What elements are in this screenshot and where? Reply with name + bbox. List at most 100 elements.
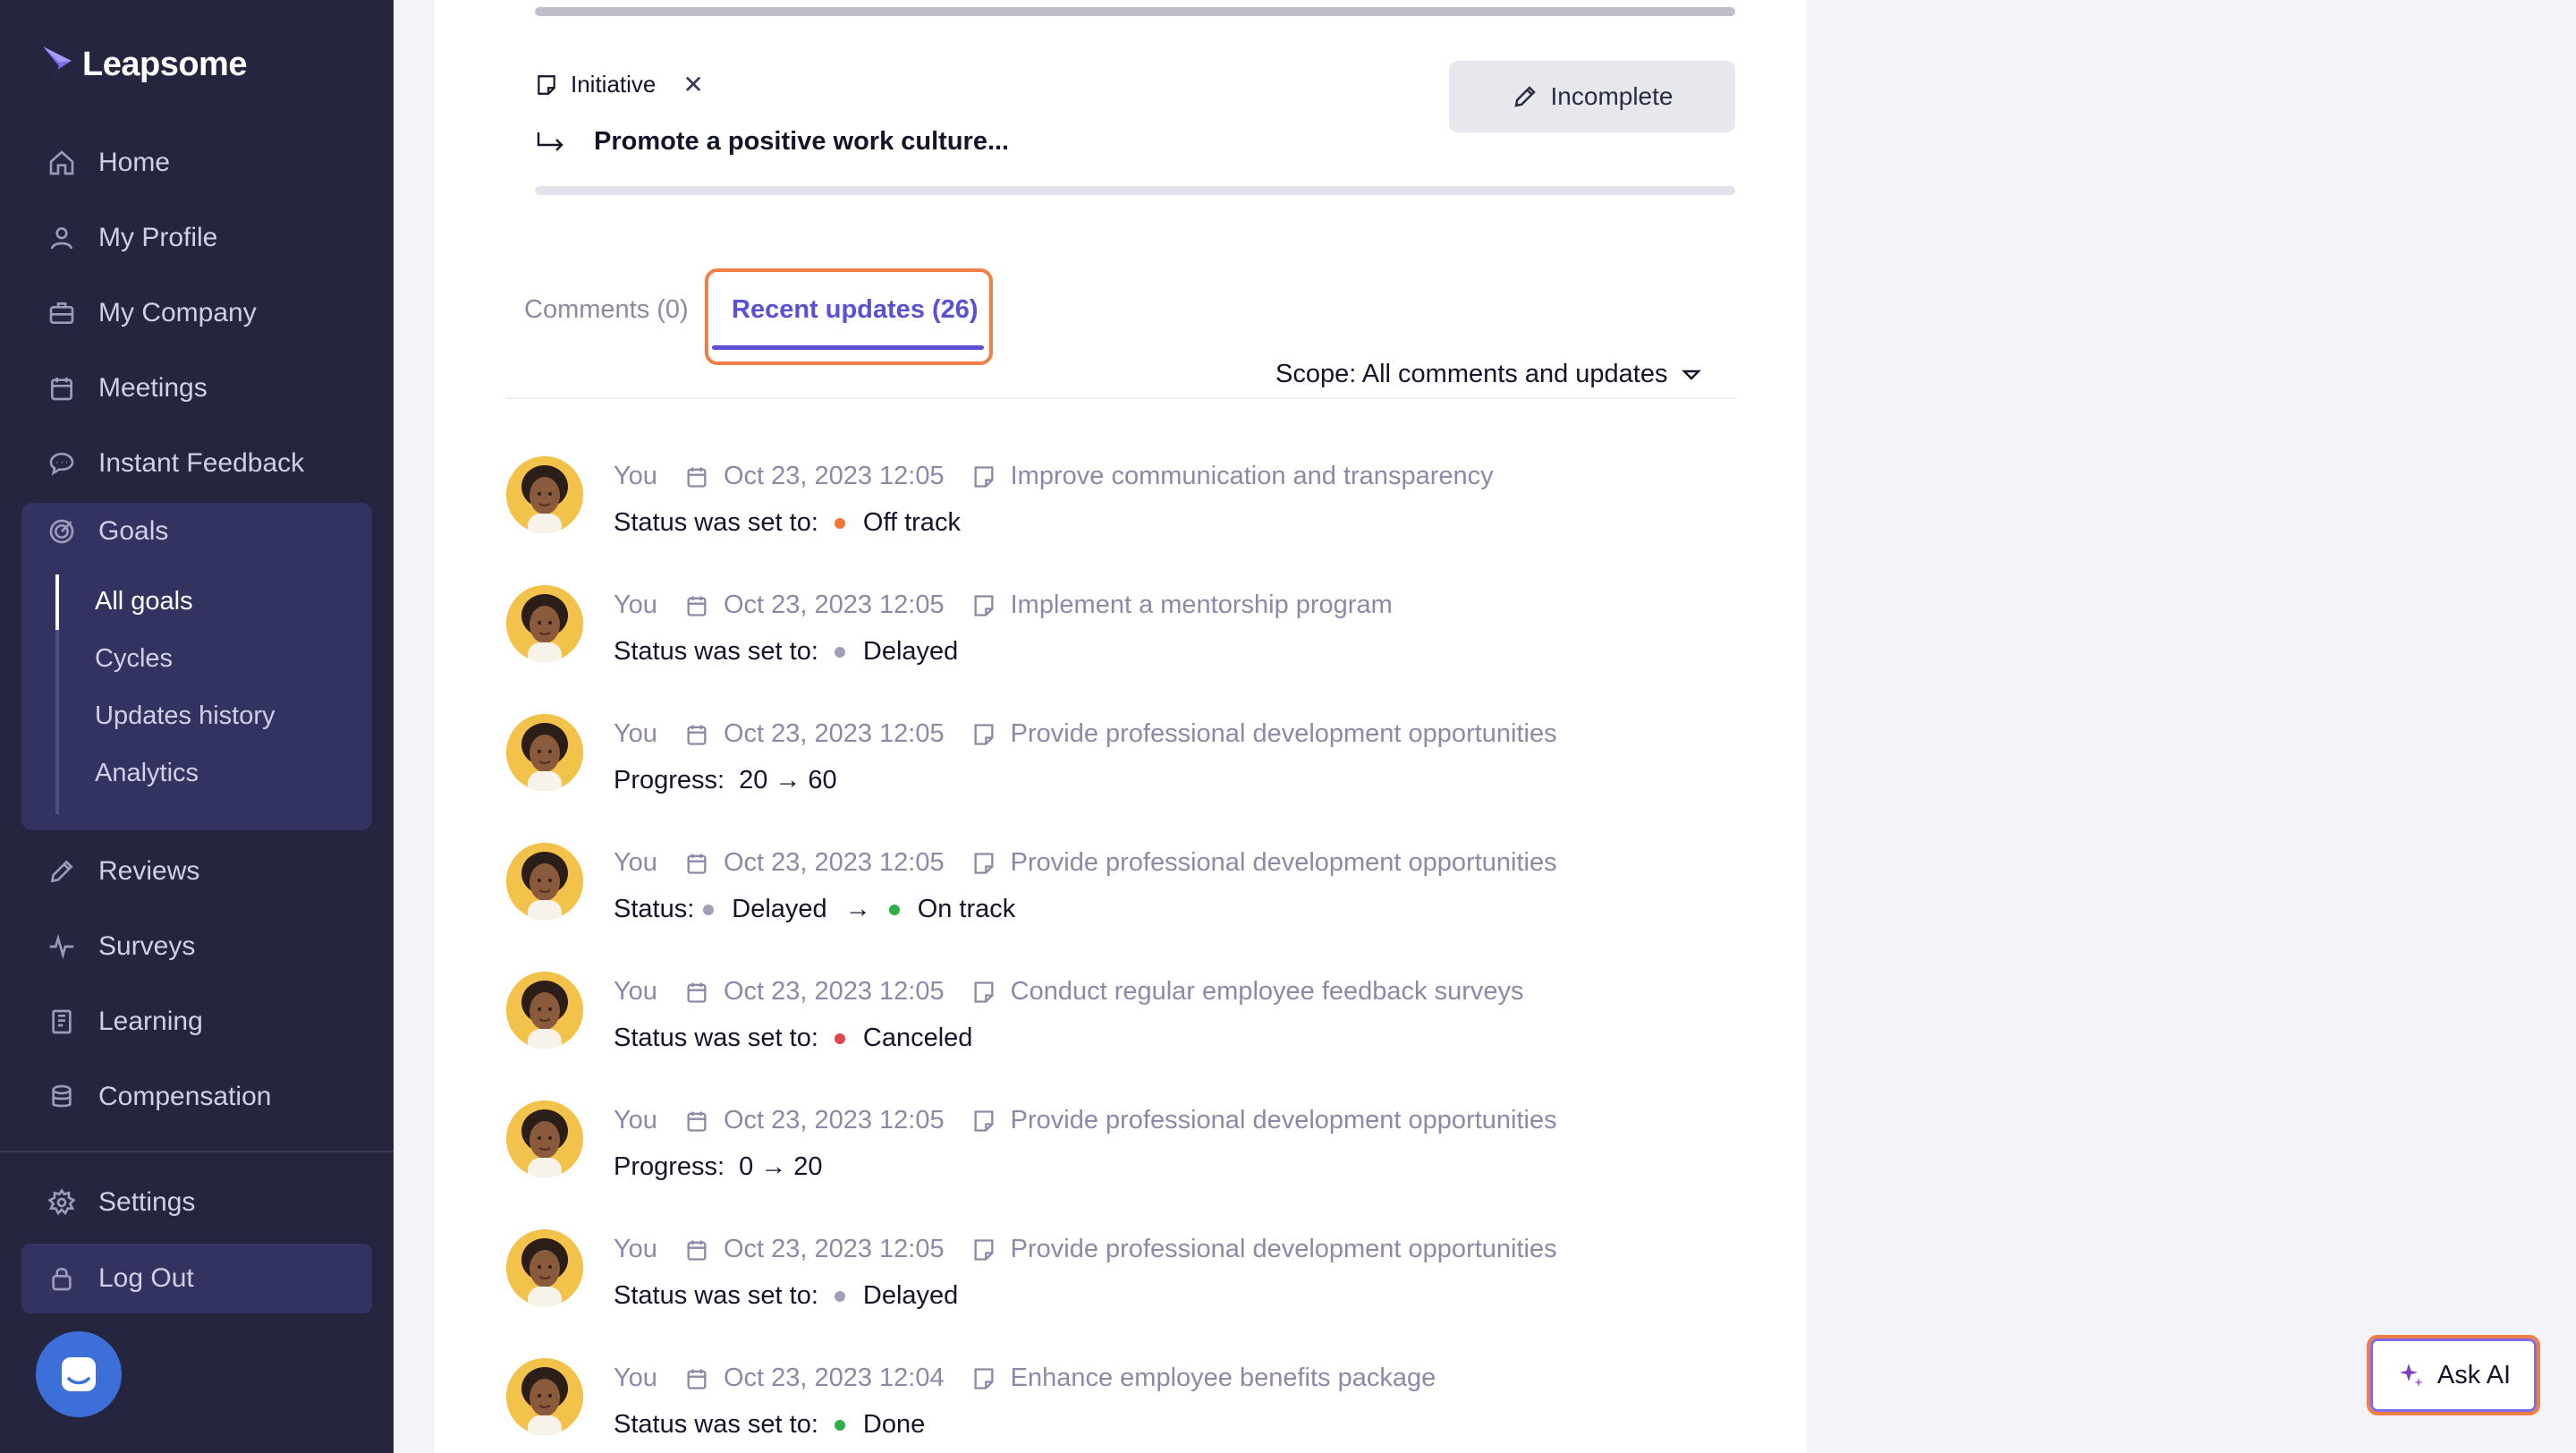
update-date: Oct 23, 2023 12:05 <box>723 719 945 748</box>
logo-bird-icon <box>43 47 72 82</box>
update-label: Progress: <box>614 1152 725 1181</box>
update-goal-link[interactable]: Improve communication and transparency <box>1011 462 1494 491</box>
update-goal-link[interactable]: Conduct regular employee feedback survey… <box>1011 977 1524 1007</box>
update-meta: You Oct 23, 2023 12:05 Implement a mentors… <box>614 591 1393 620</box>
nav-logout[interactable]: Log Out <box>21 1244 372 1313</box>
incomplete-button-label: Incomplete <box>1550 82 1674 110</box>
goals-section: Goals All goals Cycles Updates history A… <box>21 503 372 830</box>
update-detail: Status was set to: Done <box>614 1410 925 1440</box>
scope-dropdown-label: Scope: All comments and updates <box>1275 360 1668 388</box>
calendar-icon <box>687 982 707 1003</box>
note-icon <box>974 594 994 616</box>
incomplete-button[interactable]: Incomplete <box>1449 61 1735 132</box>
update-date: Oct 23, 2023 12:05 <box>723 1235 945 1263</box>
update-label: Status was set to: <box>614 1410 818 1439</box>
ask-ai-label: Ask AI <box>2436 1360 2512 1389</box>
subnav-analytics[interactable]: Analytics <box>95 759 199 788</box>
nav-my-profile[interactable]: My Profile <box>21 209 372 267</box>
calendar-icon <box>687 596 707 616</box>
support-chat-button[interactable] <box>36 1331 122 1417</box>
parent-goal-title[interactable]: Promote a positive work culture... <box>594 127 1009 157</box>
logo[interactable]: Leapsome <box>39 43 247 86</box>
update-meta: You Oct 23, 2023 12:04 Enhance employee be… <box>614 1364 1436 1393</box>
arrow-right-icon: → <box>760 1152 787 1181</box>
nav-my-company[interactable]: My Company <box>21 285 372 342</box>
note-icon <box>974 1238 994 1261</box>
update-goal-link[interactable]: Provide professional development opportu… <box>1011 1235 1557 1264</box>
tab-recent-updates[interactable]: Recent updates (26) <box>732 295 979 325</box>
update-item: You Oct 23, 2023 12:05 Improve communicati… <box>506 456 1758 555</box>
briefcase-icon <box>47 298 77 328</box>
update-status-value: Canceled <box>862 1024 973 1052</box>
parent-goal-row[interactable]: Promote a positive work culture... <box>535 127 1009 157</box>
avatar[interactable] <box>506 585 583 662</box>
update-detail: Progress: 0 → 20 <box>614 1152 823 1182</box>
update-progress-from: 0 <box>739 1152 754 1181</box>
update-item: You Oct 23, 2023 12:05 Provide professiona… <box>506 1229 1758 1328</box>
update-label: Status was set to: <box>614 1281 818 1310</box>
avatar[interactable] <box>506 1100 583 1177</box>
nav-instant-feedback[interactable]: Instant Feedback <box>21 435 372 492</box>
update-progress-from: 20 <box>739 766 768 794</box>
update-status-to: On track <box>917 895 1016 923</box>
nav-goals[interactable]: Goals <box>21 503 372 560</box>
update-detail: Status was set to: Canceled <box>614 1024 972 1053</box>
update-goal-link[interactable]: Enhance employee benefits package <box>1011 1364 1436 1393</box>
avatar[interactable] <box>506 843 583 920</box>
nav-meetings[interactable]: Meetings <box>21 360 372 417</box>
avatar[interactable] <box>506 714 583 791</box>
status-dot <box>703 904 715 915</box>
update-label: Status was set to: <box>614 508 818 537</box>
update-author: You <box>614 1235 657 1263</box>
nav-settings[interactable]: Settings <box>21 1174 372 1231</box>
user-icon <box>47 223 77 253</box>
subnav-updates-history[interactable]: Updates history <box>95 701 275 731</box>
nav-my-company-label: My Company <box>98 298 257 327</box>
avatar[interactable] <box>506 1358 583 1435</box>
nav-reviews[interactable]: Reviews <box>21 843 372 900</box>
nav-learning[interactable]: Learning <box>21 993 372 1050</box>
update-author: You <box>614 848 657 877</box>
subnav-all-goals[interactable]: All goals <box>95 587 193 616</box>
update-goal-link[interactable]: Provide professional development opportu… <box>1011 719 1557 749</box>
update-goal-link[interactable]: Provide professional development opportu… <box>1011 848 1557 878</box>
nav-compensation[interactable]: Compensation <box>21 1068 372 1126</box>
note-icon <box>974 981 994 1003</box>
remove-type-close-icon[interactable]: ✕ <box>682 70 703 99</box>
calendar-icon <box>47 373 77 404</box>
update-detail: Status was set to: Off track <box>614 508 961 538</box>
update-item: You Oct 23, 2023 12:05 Provide professiona… <box>506 1100 1758 1199</box>
update-date: Oct 23, 2023 12:05 <box>723 462 945 490</box>
update-date: Oct 23, 2023 12:05 <box>723 591 945 619</box>
sidebar-divider <box>0 1151 394 1152</box>
avatar[interactable] <box>506 1229 583 1306</box>
scope-dropdown[interactable]: Scope: All comments and updates <box>1275 360 1702 389</box>
nav-learning-label: Learning <box>98 1007 203 1036</box>
update-goal-link[interactable]: Implement a mentorship program <box>1011 591 1393 620</box>
nav-instant-feedback-label: Instant Feedback <box>98 448 305 478</box>
book-icon <box>47 1007 77 1037</box>
top-progress-bar <box>535 7 1735 16</box>
pencil-icon <box>47 856 77 887</box>
update-author: You <box>614 1106 657 1134</box>
status-dot <box>888 904 900 915</box>
avatar[interactable] <box>506 972 583 1049</box>
tabs-divider <box>506 397 1735 399</box>
avatar[interactable] <box>506 456 583 533</box>
nav-my-profile-label: My Profile <box>98 223 218 252</box>
nav-home[interactable]: Home <box>21 134 372 191</box>
update-goal-link[interactable]: Provide professional development opportu… <box>1011 1106 1557 1135</box>
tab-comments[interactable]: Comments (0) <box>524 295 689 325</box>
nav-meetings-label: Meetings <box>98 373 208 403</box>
nav-surveys-label: Surveys <box>98 931 196 961</box>
update-detail: Progress: 20 → 60 <box>614 766 837 795</box>
tab-active-underline <box>712 345 984 350</box>
note-icon <box>974 723 994 745</box>
update-item: You Oct 23, 2023 12:05 Conduct regular emp… <box>506 972 1758 1070</box>
chevron-down-icon <box>1682 370 1702 380</box>
nav-surveys[interactable]: Surveys <box>21 918 372 975</box>
subnav-cycles[interactable]: Cycles <box>95 644 173 674</box>
coins-icon <box>47 1082 77 1112</box>
update-item: You Oct 23, 2023 12:05 Implement a mentors… <box>506 585 1758 684</box>
ask-ai-button[interactable]: Ask AI <box>2367 1335 2540 1415</box>
